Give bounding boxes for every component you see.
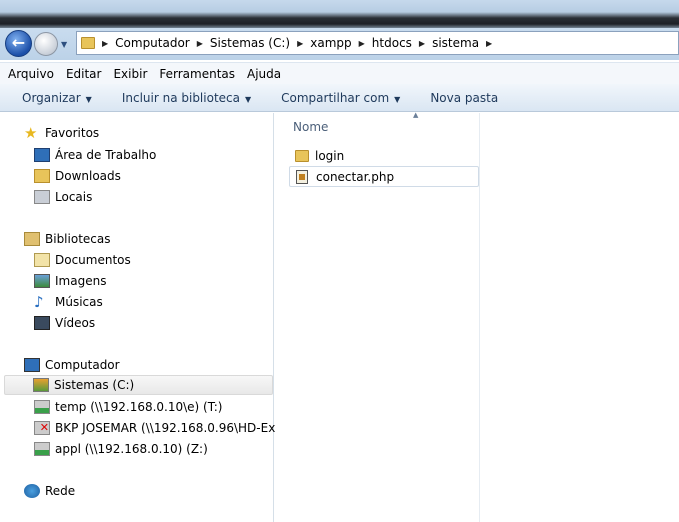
- nav-area-de-trabalho[interactable]: Área de Trabalho: [34, 145, 307, 165]
- libraries-icon: [24, 232, 40, 246]
- nav-documentos[interactable]: Documentos: [34, 250, 307, 270]
- breadcrumb-sistemas[interactable]: Sistemas (C:): [210, 36, 290, 50]
- nav-videos[interactable]: Vídeos: [34, 313, 307, 333]
- nav-bibliotecas[interactable]: Bibliotecas: [24, 229, 297, 249]
- nav-label: Bibliotecas: [45, 232, 111, 246]
- menu-editar[interactable]: Editar: [66, 67, 102, 81]
- menu-arquivo[interactable]: Arquivo: [8, 67, 54, 81]
- nav-computador[interactable]: Computador: [24, 355, 297, 375]
- compartilhar-button[interactable]: Compartilhar com ▼: [281, 91, 400, 105]
- network-icon: [24, 484, 40, 498]
- nav-label: Sistemas (C:): [54, 378, 135, 392]
- column-divider[interactable]: [479, 113, 480, 522]
- nav-label: Músicas: [55, 295, 103, 309]
- chevron-right-icon[interactable]: ▶: [102, 39, 108, 48]
- nav-bkp-josemar-drive[interactable]: ✕ BKP JOSEMAR (\\192.168.0.96\HD-Externo: [34, 418, 307, 438]
- chevron-right-icon[interactable]: ▶: [486, 39, 492, 48]
- system-drive-icon: [33, 378, 49, 392]
- nav-label: Computador: [45, 358, 120, 372]
- nav-imagens[interactable]: Imagens: [34, 271, 307, 291]
- nav-sistemas-c[interactable]: Sistemas (C:): [4, 375, 273, 395]
- documents-icon: [34, 253, 50, 267]
- desktop-icon: [34, 148, 50, 162]
- chevron-right-icon[interactable]: ▶: [419, 39, 425, 48]
- disconnected-network-drive-icon: ✕: [34, 421, 50, 435]
- nav-temp-drive[interactable]: temp (\\192.168.0.10\e) (T:): [34, 397, 307, 417]
- nav-label: temp (\\192.168.0.10\e) (T:): [55, 400, 223, 414]
- chevron-right-icon[interactable]: ▶: [297, 39, 303, 48]
- nav-label: Favoritos: [45, 126, 100, 140]
- compartilhar-label: Compartilhar com: [281, 90, 390, 105]
- chevron-right-icon[interactable]: ▶: [359, 39, 365, 48]
- nav-label: Downloads: [55, 169, 121, 183]
- sort-ascending-icon: ▲: [413, 111, 419, 119]
- nova-pasta-button[interactable]: Nova pasta: [430, 91, 498, 105]
- chevron-right-icon[interactable]: ▶: [197, 39, 203, 48]
- file-name: login: [315, 148, 345, 163]
- nav-label: Documentos: [55, 253, 131, 267]
- breadcrumb-htdocs[interactable]: htdocs: [372, 36, 412, 50]
- nav-appl-drive[interactable]: appl (\\192.168.0.10) (Z:): [34, 439, 307, 459]
- nav-label: BKP JOSEMAR (\\192.168.0.96\HD-Externo: [55, 421, 307, 435]
- forward-button[interactable]: [34, 32, 58, 56]
- back-button[interactable]: ←: [5, 30, 32, 57]
- menu-exibir[interactable]: Exibir: [113, 67, 147, 81]
- address-bar[interactable]: ▶ Computador ▶ Sistemas (C:) ▶ xampp ▶ htdo…: [76, 31, 679, 55]
- nav-label: Rede: [45, 484, 76, 498]
- file-row[interactable]: conectar.php: [289, 166, 479, 187]
- incluir-label: Incluir na biblioteca: [121, 90, 240, 105]
- chevron-down-icon: ▼: [394, 94, 401, 104]
- file-row[interactable]: login: [289, 145, 479, 166]
- chevron-down-icon: ▼: [85, 94, 92, 104]
- network-drive-icon: [34, 400, 50, 414]
- navigation-pane: ★ Favoritos Área de Trabalho Downloads Lo…: [0, 113, 307, 522]
- nav-label: Locais: [55, 190, 93, 204]
- nav-downloads[interactable]: Downloads: [34, 166, 307, 186]
- menu-ferramentas[interactable]: Ferramentas: [159, 67, 235, 81]
- breadcrumb-computador[interactable]: Computador: [115, 36, 190, 50]
- nav-rede[interactable]: Rede: [24, 481, 297, 501]
- organizar-button[interactable]: Organizar ▼: [22, 91, 92, 105]
- nav-locais[interactable]: Locais: [34, 187, 307, 207]
- incluir-biblioteca-button[interactable]: Incluir na biblioteca ▼: [122, 91, 251, 105]
- recent-pages-dropdown[interactable]: ▼: [61, 40, 67, 49]
- organizar-label: Organizar: [22, 90, 81, 105]
- downloads-folder-icon: [34, 169, 50, 183]
- nav-musicas[interactable]: ♪ Músicas: [34, 292, 307, 312]
- breadcrumb-sistema[interactable]: sistema: [432, 36, 479, 50]
- menu-ajuda[interactable]: Ajuda: [247, 67, 281, 81]
- column-header-nome[interactable]: Nome: [293, 120, 328, 134]
- network-drive-icon: [34, 442, 50, 456]
- nav-label: appl (\\192.168.0.10) (Z:): [55, 442, 208, 456]
- music-icon: ♪: [34, 293, 44, 311]
- nav-label: Vídeos: [55, 316, 96, 330]
- menu-bar: Arquivo Editar Exibir Ferramentas Ajuda: [0, 62, 679, 84]
- folder-icon: [295, 149, 309, 162]
- nav-label: Imagens: [55, 274, 107, 288]
- videos-icon: [34, 316, 50, 330]
- folder-icon: [81, 37, 95, 49]
- command-bar: Organizar ▼ Incluir na biblioteca ▼ Compar…: [0, 84, 679, 112]
- nav-label: Área de Trabalho: [55, 148, 157, 162]
- file-list: ▲ Nome login conectar.php: [275, 111, 679, 522]
- chevron-down-icon: ▼: [244, 94, 252, 104]
- file-name: conectar.php: [316, 169, 395, 184]
- pictures-icon: [34, 274, 50, 288]
- computer-icon: [24, 358, 40, 372]
- recent-places-icon: [34, 190, 50, 204]
- php-file-icon: [296, 169, 308, 184]
- breadcrumb-xampp[interactable]: xampp: [310, 36, 351, 50]
- star-icon: ★: [24, 124, 38, 142]
- nav-favoritos[interactable]: ★ Favoritos: [24, 123, 297, 143]
